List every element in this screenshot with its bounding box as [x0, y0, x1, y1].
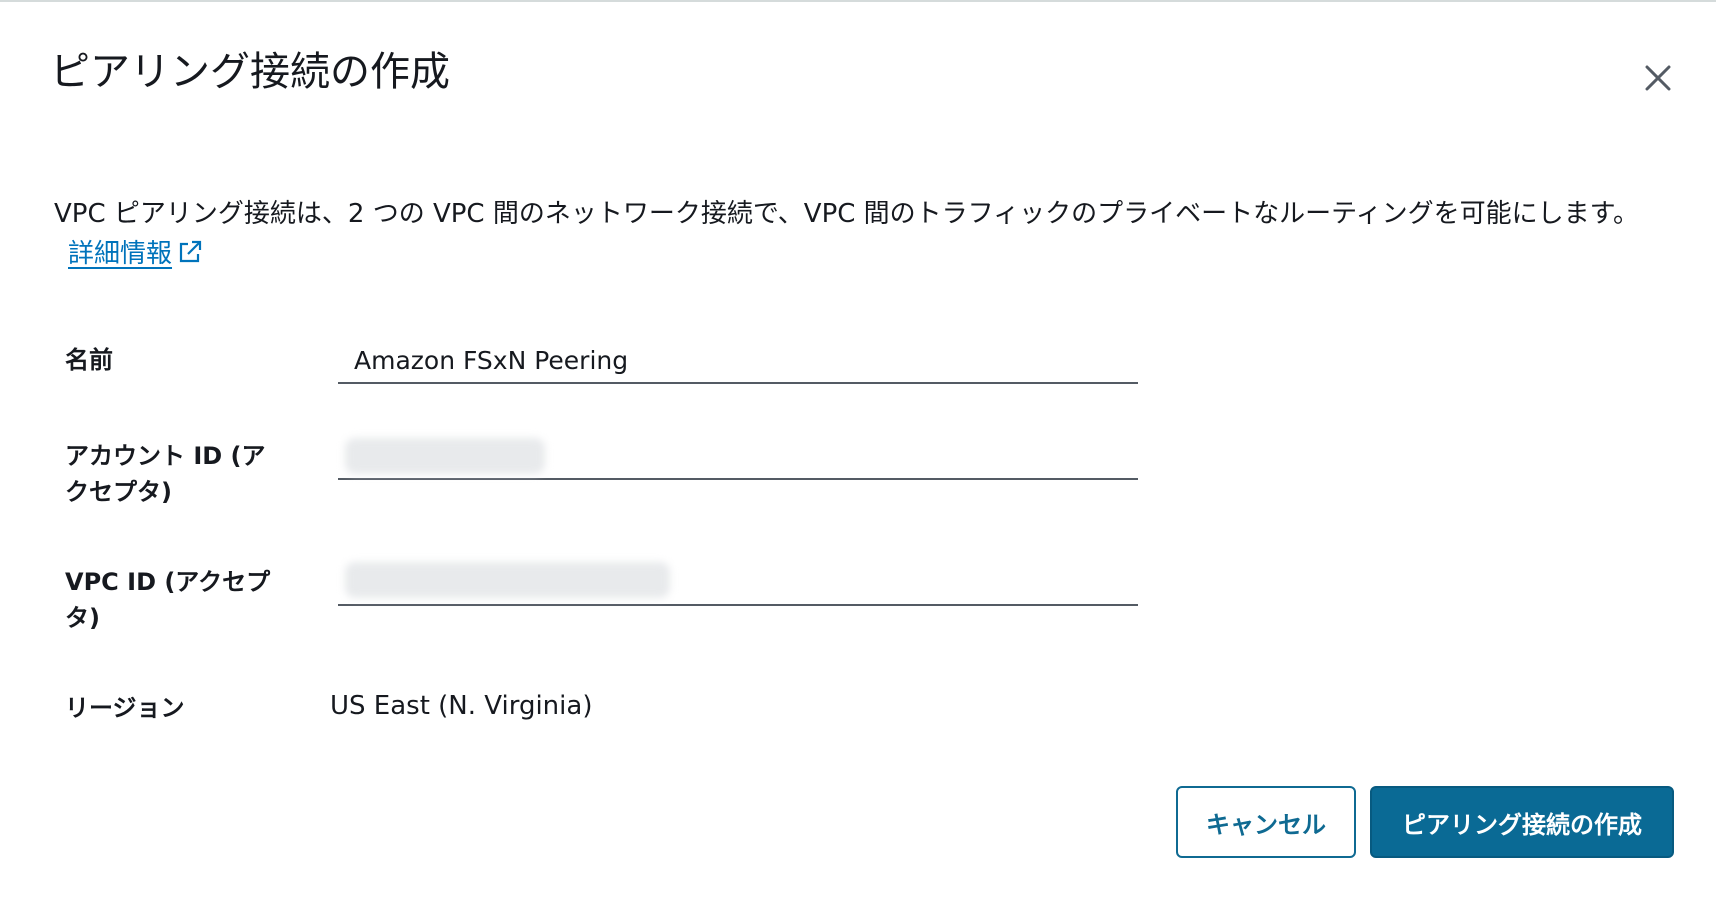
- region-value: US East (N. Virginia): [330, 691, 593, 721]
- account-id-label: アカウント ID (アクセプタ): [65, 442, 266, 506]
- learn-more-link[interactable]: 詳細情報: [68, 239, 204, 269]
- description-text: VPC ピアリング接続は、2 つの VPC 間のネットワーク接続で、VPC 間の…: [54, 199, 1640, 229]
- redacted-vpc-id: [345, 562, 670, 598]
- vpc-id-label: VPC ID (アクセプタ): [65, 568, 271, 632]
- name-input[interactable]: [338, 338, 1138, 384]
- close-icon: [1645, 65, 1671, 91]
- create-peering-button[interactable]: ピアリング接続の作成: [1370, 786, 1674, 858]
- dialog-title: ピアリング接続の作成: [50, 49, 450, 95]
- cancel-button[interactable]: キャンセル: [1176, 786, 1356, 858]
- learn-more-label: 詳細情報: [68, 239, 173, 269]
- create-peering-dialog: ピアリング接続の作成 VPC ピアリング接続は、2 つの VPC 間のネットワー…: [0, 0, 1716, 902]
- dialog-description: VPC ピアリング接続は、2 つの VPC 間のネットワーク接続で、VPC 間の…: [54, 194, 1664, 274]
- region-label: リージョン: [65, 694, 185, 722]
- name-label: 名前: [65, 346, 113, 374]
- external-link-icon: [179, 240, 202, 263]
- redacted-account-id: [345, 438, 545, 474]
- close-button[interactable]: [1634, 54, 1682, 102]
